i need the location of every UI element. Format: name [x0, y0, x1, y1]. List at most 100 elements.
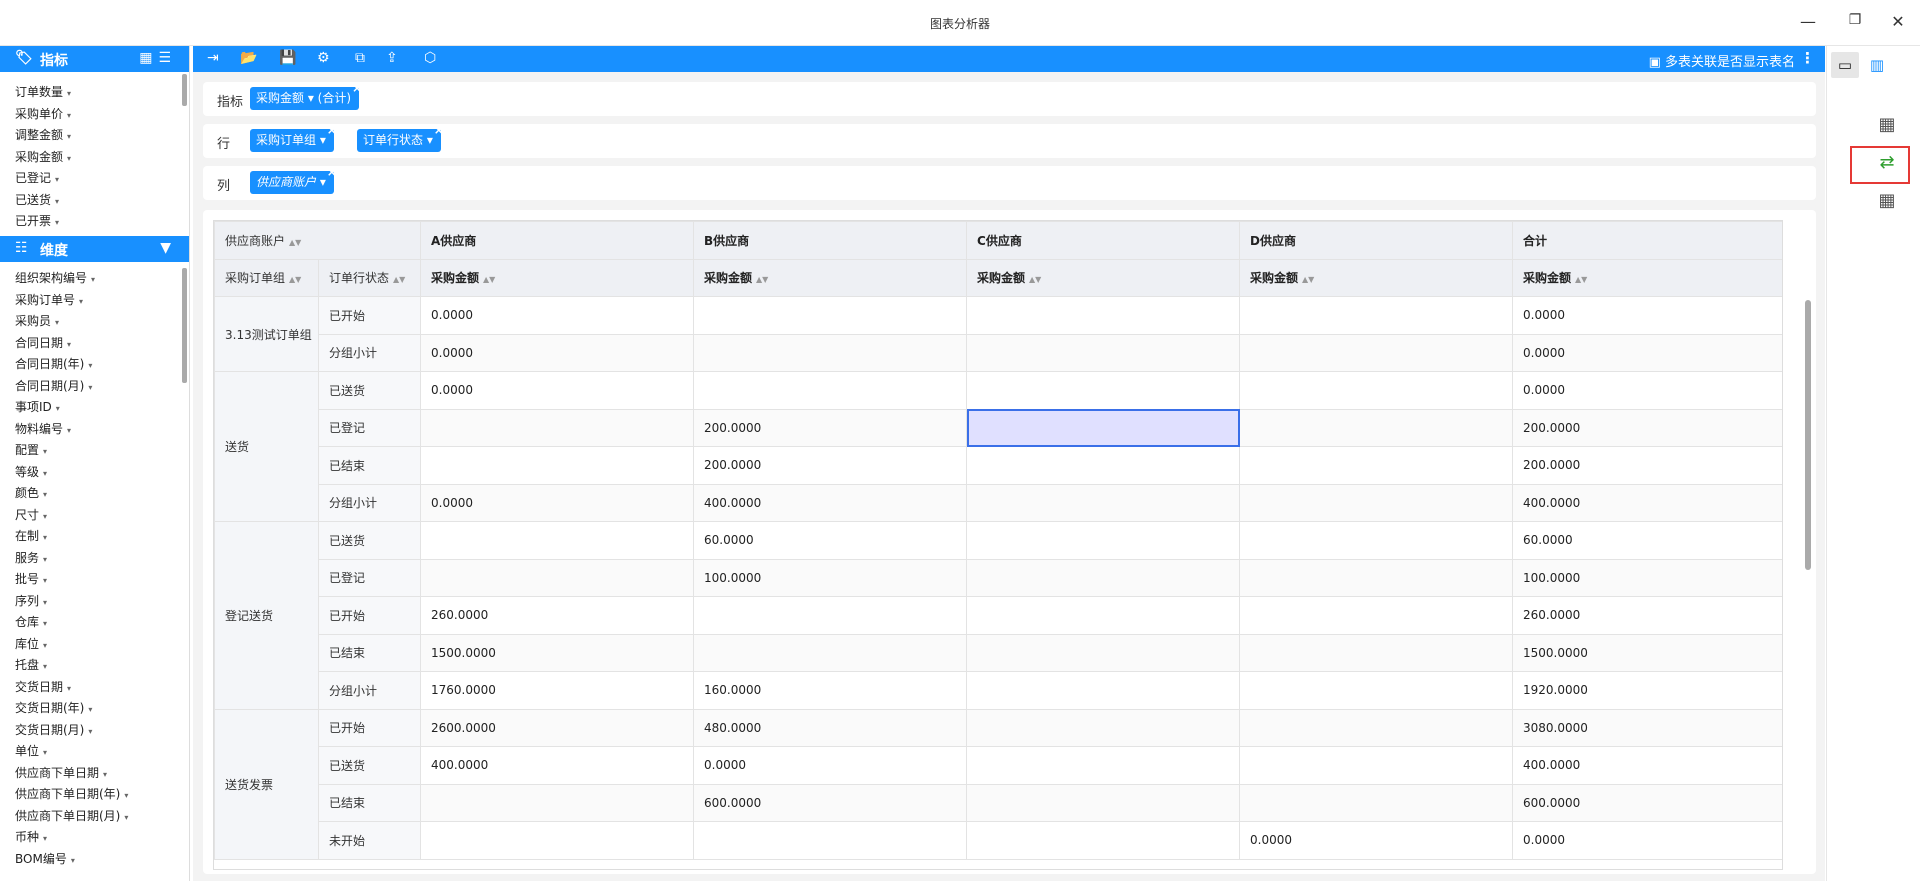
metric-item[interactable]: 已送货 ▾: [0, 190, 189, 212]
chevron-down-icon[interactable]: ▾: [88, 705, 92, 714]
grid-icon[interactable]: ▦: [139, 50, 158, 66]
value-cell[interactable]: 3080.0000: [1512, 708, 1782, 747]
value-cell[interactable]: [966, 408, 1241, 447]
settings-icon[interactable]: ⚙: [317, 50, 330, 66]
value-cell[interactable]: [693, 821, 968, 860]
filter-icon[interactable]: ▼: [160, 240, 177, 256]
chevron-down-icon[interactable]: ▾: [67, 154, 71, 163]
table-scrollbar[interactable]: [1805, 300, 1811, 570]
value-cell[interactable]: [1239, 708, 1514, 747]
value-cell[interactable]: [966, 783, 1241, 822]
value-cell[interactable]: [966, 633, 1241, 672]
chevron-down-icon[interactable]: ▾: [88, 727, 92, 736]
dimension-item[interactable]: 供应商下单日期(年) ▾: [0, 784, 189, 806]
dimension-item[interactable]: 颜色 ▾: [0, 483, 189, 505]
value-cell[interactable]: 1500.0000: [420, 633, 695, 672]
table-remove-icon[interactable]: ▦: [1874, 190, 1900, 216]
chevron-down-icon[interactable]: ▾: [67, 340, 71, 349]
dimension-item[interactable]: 序列 ▾: [0, 591, 189, 613]
value-cell[interactable]: [1239, 333, 1514, 372]
value-cell[interactable]: [966, 746, 1241, 785]
dimension-item[interactable]: 合同日期 ▾: [0, 333, 189, 355]
copy-icon[interactable]: ⧉: [355, 50, 365, 66]
more-menu-icon[interactable]: ⋮: [1800, 49, 1815, 67]
save-icon[interactable]: 💾: [279, 50, 296, 66]
chevron-down-icon[interactable]: ▾: [43, 662, 47, 671]
dimension-item[interactable]: 供应商下单日期 ▾: [0, 763, 189, 785]
show-table-name-toggle[interactable]: ▣ 多表关联是否显示表名: [1649, 51, 1795, 70]
value-cell[interactable]: 600.0000: [693, 783, 968, 822]
chevron-down-icon[interactable]: ▾: [43, 641, 47, 650]
dimension-item[interactable]: 合同日期(年) ▾: [0, 354, 189, 376]
value-cell[interactable]: 60.0000: [1512, 521, 1782, 560]
metric-item[interactable]: 调整金额 ▾: [0, 125, 189, 147]
value-cell[interactable]: 200.0000: [693, 446, 968, 485]
value-cell[interactable]: [1239, 558, 1514, 597]
dimension-item[interactable]: 供应商下单日期(月) ▾: [0, 806, 189, 828]
value-cell[interactable]: [966, 296, 1241, 335]
remove-icon[interactable]: ×: [327, 119, 337, 142]
metric-item[interactable]: 已登记 ▾: [0, 168, 189, 190]
measure-header[interactable]: 采购金额 ▲▼: [1239, 258, 1514, 297]
restore-button[interactable]: ❐: [1843, 12, 1867, 34]
close-button[interactable]: ✕: [1886, 12, 1910, 34]
value-cell[interactable]: [966, 333, 1241, 372]
chevron-down-icon[interactable]: ▾: [43, 576, 47, 585]
metric-item[interactable]: 订单数量 ▾: [0, 82, 189, 104]
dimension-item[interactable]: 托盘 ▾: [0, 655, 189, 677]
dimension-item[interactable]: 批号 ▾: [0, 569, 189, 591]
value-cell[interactable]: 0.0000: [420, 483, 695, 522]
chevron-down-icon[interactable]: ▾: [88, 383, 92, 392]
value-cell[interactable]: 1760.0000: [420, 671, 695, 710]
chevron-down-icon[interactable]: ▾: [43, 748, 47, 757]
dimension-item[interactable]: 事项ID ▾: [0, 397, 189, 419]
value-cell[interactable]: 600.0000: [1512, 783, 1782, 822]
chevron-down-icon[interactable]: ▾: [124, 791, 128, 800]
value-cell[interactable]: [966, 596, 1241, 635]
value-cell[interactable]: 0.0000: [1512, 333, 1782, 372]
value-cell[interactable]: [966, 371, 1241, 410]
value-cell[interactable]: [693, 296, 968, 335]
value-cell[interactable]: 100.0000: [693, 558, 968, 597]
remove-icon[interactable]: ×: [434, 119, 444, 142]
metric-item[interactable]: 采购金额 ▾: [0, 147, 189, 169]
value-cell[interactable]: [1239, 633, 1514, 672]
measure-header[interactable]: 采购金额 ▲▼: [420, 258, 695, 297]
metric-item[interactable]: 采购单价 ▾: [0, 104, 189, 126]
measure-header[interactable]: 采购金额 ▲▼: [966, 258, 1241, 297]
value-cell[interactable]: 0.0000: [1512, 296, 1782, 335]
cube-icon[interactable]: ⬡: [424, 50, 436, 66]
value-cell[interactable]: 260.0000: [1512, 596, 1782, 635]
metrics-scrollbar[interactable]: [182, 74, 187, 106]
row-header-group[interactable]: 采购订单组 ▲▼: [214, 258, 319, 297]
row-chip-status[interactable]: 订单行状态 ▾ ×: [357, 123, 444, 152]
value-cell[interactable]: 0.0000: [1512, 371, 1782, 410]
value-cell[interactable]: [420, 783, 695, 822]
swap-icon[interactable]: ⇄: [1874, 152, 1900, 178]
value-cell[interactable]: 1500.0000: [1512, 633, 1782, 672]
value-cell[interactable]: [420, 558, 695, 597]
value-cell[interactable]: [1239, 783, 1514, 822]
chevron-down-icon[interactable]: ▾: [79, 297, 83, 306]
chevron-down-icon[interactable]: ▾: [43, 619, 47, 628]
value-cell[interactable]: [1239, 296, 1514, 335]
value-cell[interactable]: [693, 371, 968, 410]
dimension-item[interactable]: 配置 ▾: [0, 440, 189, 462]
chevron-down-icon[interactable]: ▾: [71, 856, 75, 865]
value-cell[interactable]: [1239, 671, 1514, 710]
row-header-status[interactable]: 订单行状态 ▲▼: [317, 258, 422, 297]
value-cell[interactable]: [420, 821, 695, 860]
value-cell[interactable]: [693, 333, 968, 372]
minimize-button[interactable]: —: [1796, 12, 1820, 34]
value-cell[interactable]: 400.0000: [693, 483, 968, 522]
value-cell[interactable]: [1239, 746, 1514, 785]
chart-view-tab[interactable]: ▥: [1863, 52, 1891, 78]
value-cell[interactable]: [420, 408, 695, 447]
value-cell[interactable]: [1239, 446, 1514, 485]
value-cell[interactable]: [966, 708, 1241, 747]
dimension-item[interactable]: 合同日期(月) ▾: [0, 376, 189, 398]
value-cell[interactable]: 400.0000: [1512, 746, 1782, 785]
measure-header[interactable]: 采购金额 ▲▼: [1512, 258, 1782, 297]
dimension-item[interactable]: 交货日期(月) ▾: [0, 720, 189, 742]
dimension-item[interactable]: BOM编号 ▾: [0, 849, 189, 871]
